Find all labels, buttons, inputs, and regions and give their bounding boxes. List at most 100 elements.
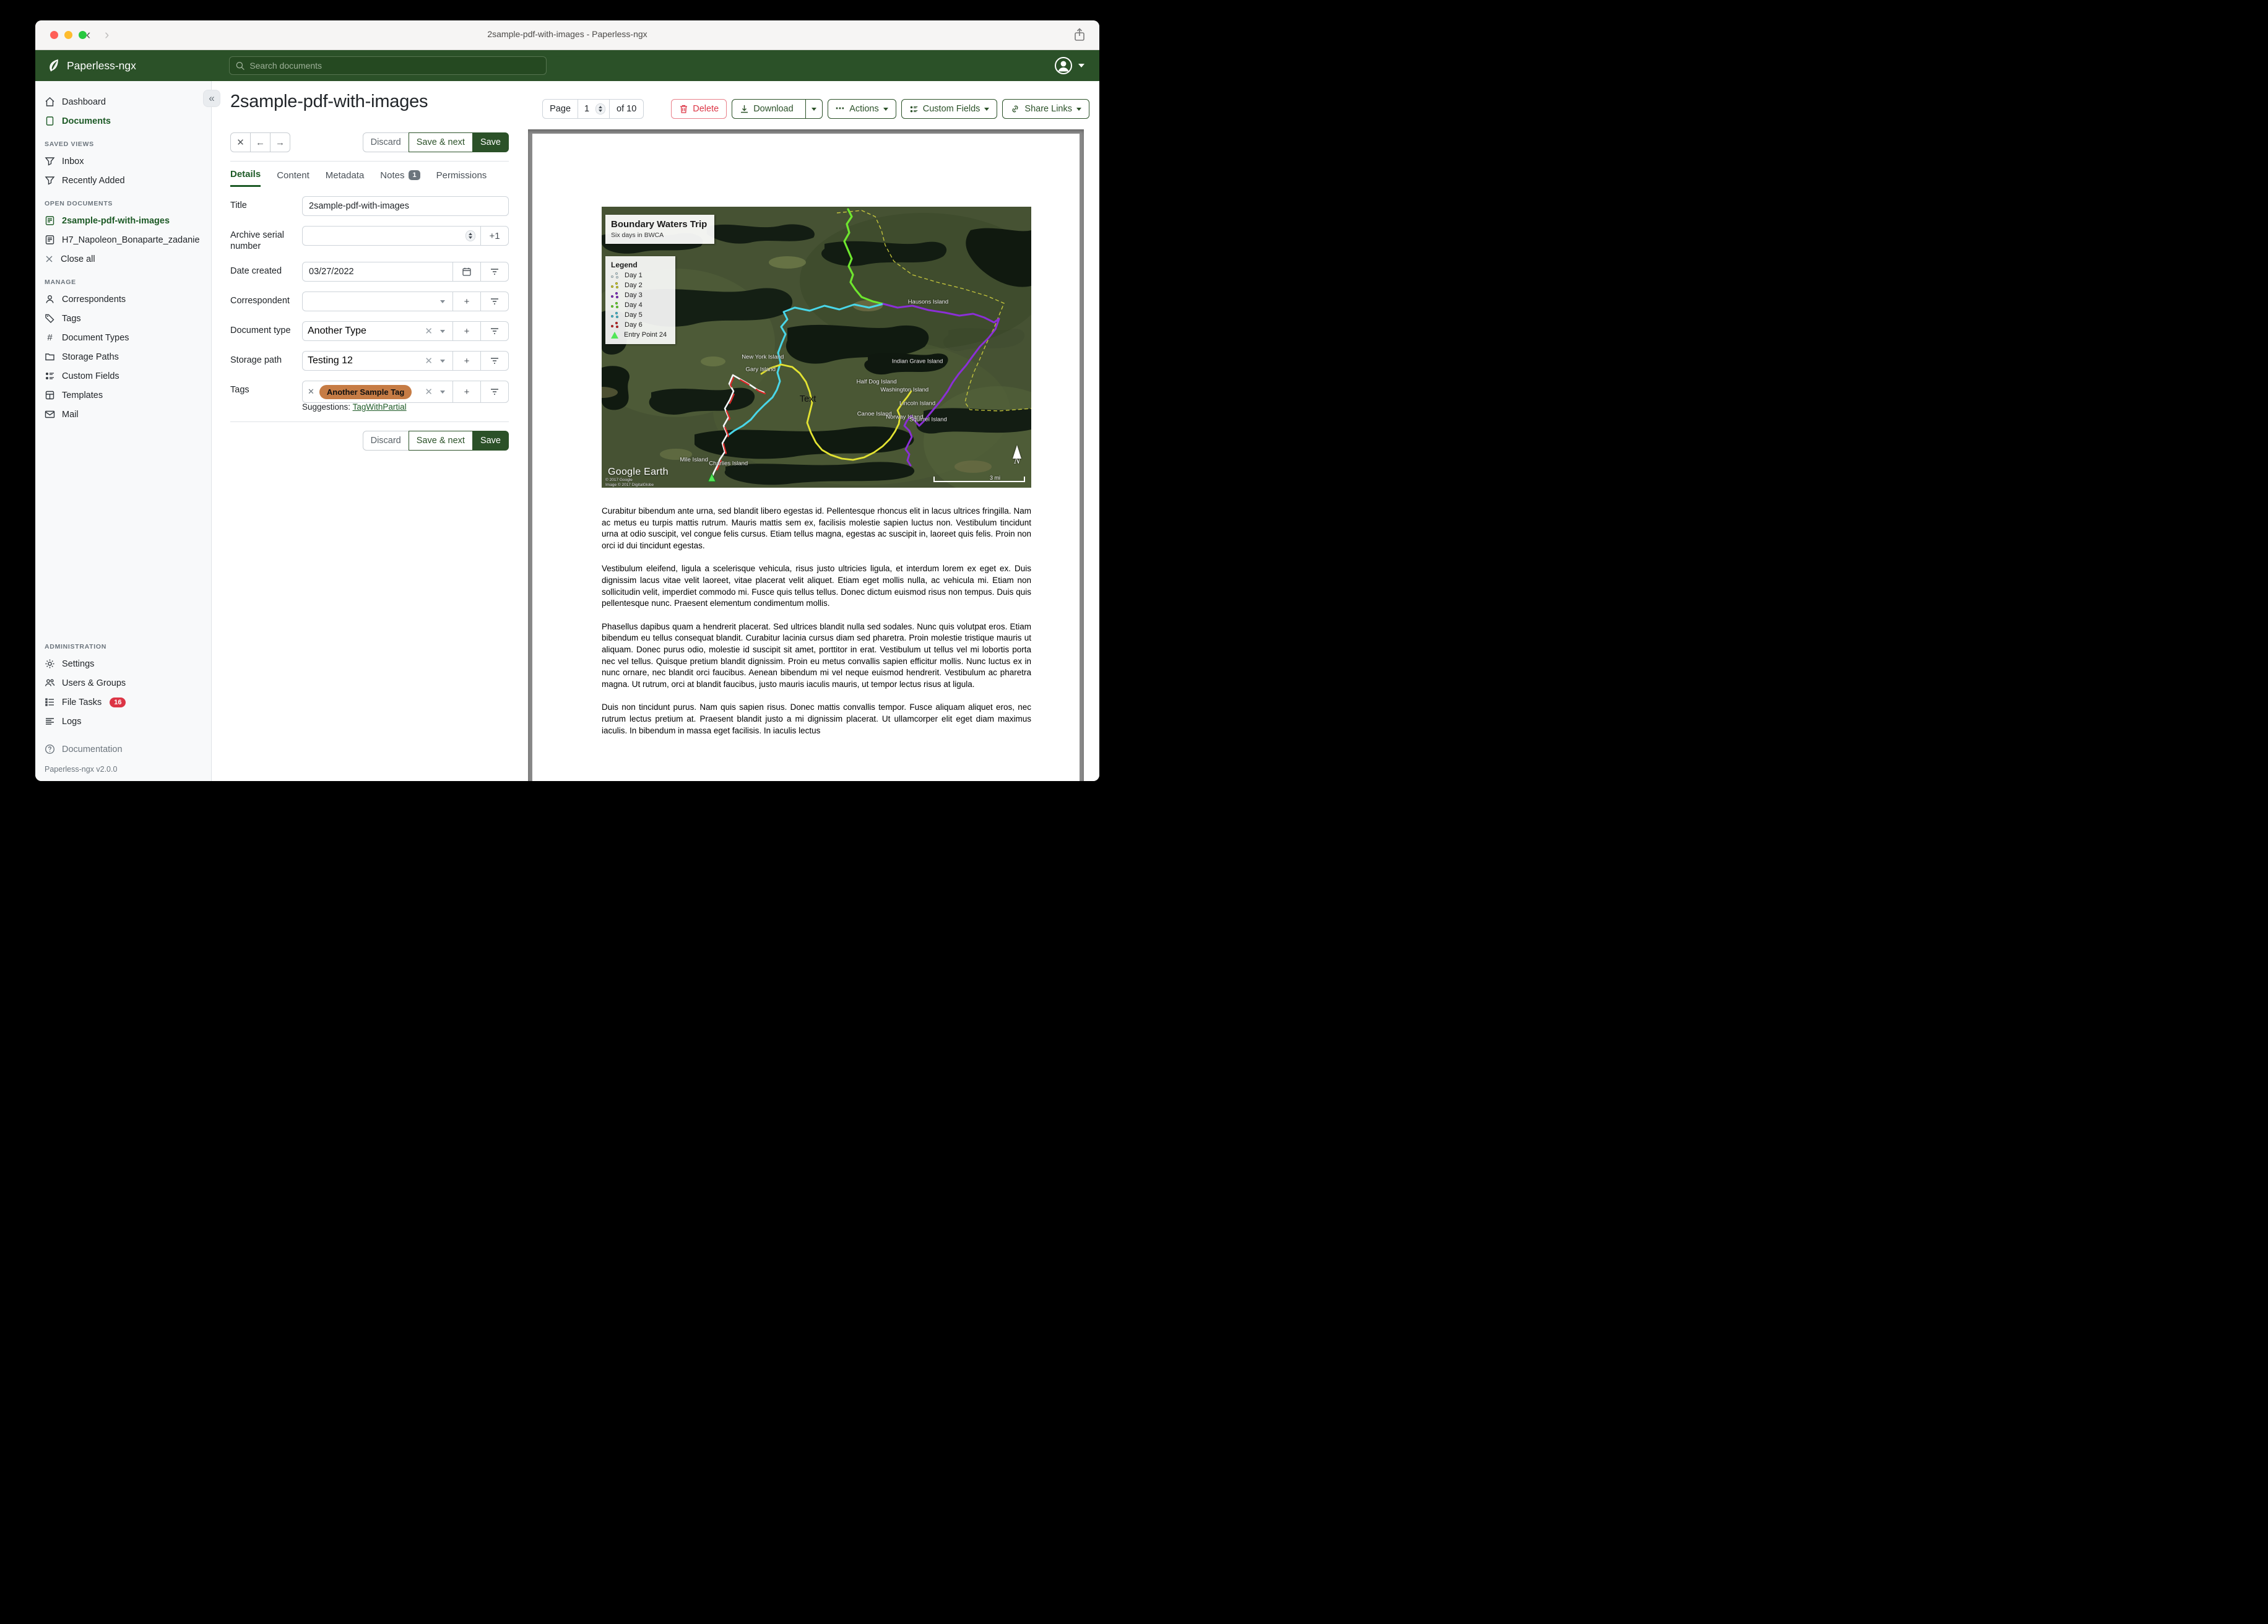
tab-notes[interactable]: Notes 1: [380, 170, 420, 186]
discard-button[interactable]: Discard: [362, 132, 409, 152]
page-spinner[interactable]: [595, 103, 606, 114]
document-type-filter-button[interactable]: [480, 322, 508, 341]
sidebar-item-open-doc-2[interactable]: H7_Napoleon_Bonaparte_zadanie: [35, 230, 211, 249]
date-created-input[interactable]: [303, 262, 452, 282]
page-number-input[interactable]: 1: [578, 100, 610, 118]
tag-chip[interactable]: Another Sample Tag: [319, 384, 412, 399]
close-document-button[interactable]: ✕: [230, 132, 251, 152]
save-button[interactable]: Save: [472, 431, 509, 451]
tab-metadata[interactable]: Metadata: [326, 170, 365, 186]
titlebar: ‹ › 2sample-pdf-with-images - Paperless-…: [35, 20, 1099, 50]
sidebar-item-inbox[interactable]: Inbox: [35, 152, 211, 171]
correspondent-add-button[interactable]: +: [452, 292, 480, 311]
sidebar-collapse-button[interactable]: «: [203, 90, 220, 107]
tags-add-button[interactable]: +: [452, 381, 480, 403]
link-icon: [1012, 105, 1018, 113]
save-group-bottom: Discard Save & next Save: [362, 431, 509, 451]
tags-select[interactable]: ✕ Another Sample Tag ✕: [303, 381, 452, 402]
sidebar-item-templates[interactable]: Templates: [35, 386, 211, 405]
discard-button[interactable]: Discard: [362, 431, 409, 451]
filter-icon: [491, 389, 498, 395]
sidebar-item-open-doc-current[interactable]: 2sample-pdf-with-images: [35, 211, 211, 230]
sidebar-item-storage-paths[interactable]: Storage Paths: [35, 347, 211, 366]
search-input[interactable]: [249, 61, 540, 71]
document-type-select[interactable]: Another Type ✕: [303, 322, 452, 340]
sidebar-item-label: H7_Napoleon_Bonaparte_zadanie: [62, 235, 200, 245]
document-type-add-button[interactable]: +: [452, 322, 480, 341]
share-icon[interactable]: [1073, 28, 1086, 45]
field-label: Title: [230, 201, 247, 210]
calendar-button[interactable]: [452, 262, 480, 282]
clear-icon[interactable]: ✕: [425, 355, 433, 366]
user-avatar-icon: [1055, 57, 1072, 74]
sidebar-item-users-groups[interactable]: Users & Groups: [35, 673, 211, 693]
sidebar-item-settings[interactable]: Settings: [35, 654, 211, 673]
sidebar-item-documents[interactable]: Documents: [35, 111, 211, 131]
delete-button[interactable]: Delete: [671, 99, 727, 119]
correspondent-select[interactable]: [303, 292, 452, 311]
date-filter-button[interactable]: [480, 262, 508, 282]
actions-dropdown[interactable]: ⋯ Actions: [827, 99, 896, 119]
tags-filter-button[interactable]: [480, 381, 508, 403]
storage-path-filter-button[interactable]: [480, 352, 508, 371]
search-bar[interactable]: [229, 56, 547, 75]
tab-permissions[interactable]: Permissions: [436, 170, 487, 186]
sidebar-item-label: Storage Paths: [62, 352, 119, 362]
storage-path-select[interactable]: Testing 12 ✕: [303, 352, 452, 370]
sidebar-item-file-tasks[interactable]: File Tasks 16: [35, 693, 211, 712]
sidebar-item-close-all[interactable]: Close all: [35, 249, 211, 269]
filter-icon: [491, 328, 498, 334]
users-icon: [45, 679, 55, 686]
previous-document-button[interactable]: ←: [250, 132, 271, 152]
person-icon: [46, 295, 54, 303]
sidebar-item-dashboard[interactable]: Dashboard: [35, 92, 211, 111]
save-group-top: Discard Save & next Save: [362, 132, 509, 152]
share-links-dropdown[interactable]: Share Links: [1002, 99, 1089, 119]
correspondent-filter-button[interactable]: [480, 292, 508, 311]
asn-spinner[interactable]: [465, 230, 475, 241]
custom-fields-dropdown[interactable]: Custom Fields: [901, 99, 998, 119]
save-button[interactable]: Save: [472, 132, 509, 152]
sidebar-item-logs[interactable]: Logs: [35, 712, 211, 731]
tab-details[interactable]: Details: [230, 169, 261, 187]
next-document-button[interactable]: →: [270, 132, 290, 152]
save-next-button[interactable]: Save & next: [408, 132, 473, 152]
download-dropdown-toggle[interactable]: [805, 100, 822, 118]
asn-plus-one-button[interactable]: +1: [480, 227, 508, 245]
app-navbar: Paperless-ngx: [35, 50, 1099, 81]
sidebar-item-document-types[interactable]: # Document Types: [35, 328, 211, 347]
sidebar-item-correspondents[interactable]: Correspondents: [35, 290, 211, 309]
title-input[interactable]: [303, 197, 508, 215]
tab-content[interactable]: Content: [277, 170, 309, 186]
brand[interactable]: Paperless-ngx: [47, 50, 136, 81]
map-image: Boundary Waters Trip Six days in BWCA Le…: [602, 207, 1031, 488]
download-button[interactable]: Download: [732, 99, 823, 119]
clear-icon[interactable]: ✕: [425, 326, 433, 337]
sidebar-item-label: Mail: [62, 409, 79, 420]
user-menu[interactable]: [1054, 56, 1084, 75]
pdf-preview-frame[interactable]: Boundary Waters Trip Six days in BWCA Le…: [528, 129, 1084, 781]
home-icon: [45, 97, 54, 106]
remove-tag-icon[interactable]: ✕: [308, 387, 314, 397]
sidebar-item-label: Inbox: [62, 156, 84, 166]
document-tabs: Details Content Metadata Notes 1 Permissi…: [230, 169, 509, 187]
asn-input[interactable]: [303, 227, 465, 245]
app-version: Paperless-ngx v2.0.0: [45, 765, 118, 774]
sidebar-item-documentation[interactable]: Documentation: [35, 740, 211, 759]
island-label: Charlies Island: [709, 460, 748, 467]
sidebar-item-recently-added[interactable]: Recently Added: [35, 171, 211, 190]
storage-path-add-button[interactable]: +: [452, 352, 480, 371]
tag-suggestion-link[interactable]: TagWithPartial: [353, 402, 407, 412]
save-next-button[interactable]: Save & next: [408, 431, 473, 451]
clear-icon[interactable]: ✕: [425, 386, 433, 397]
sidebar-item-custom-fields[interactable]: Custom Fields: [35, 366, 211, 386]
download-main[interactable]: Download: [732, 100, 801, 118]
custom-fields-label: Custom Fields: [922, 104, 980, 114]
page-title: 2sample-pdf-with-images: [230, 92, 428, 111]
trash-icon: [680, 105, 688, 113]
sidebar-item-mail[interactable]: Mail: [35, 405, 211, 424]
field-label: Document type: [230, 326, 291, 336]
filter-icon: [491, 298, 498, 304]
paragraph: Vestibulum eleifend, ligula a scelerisqu…: [602, 564, 1031, 608]
sidebar-item-tags[interactable]: Tags: [35, 309, 211, 328]
